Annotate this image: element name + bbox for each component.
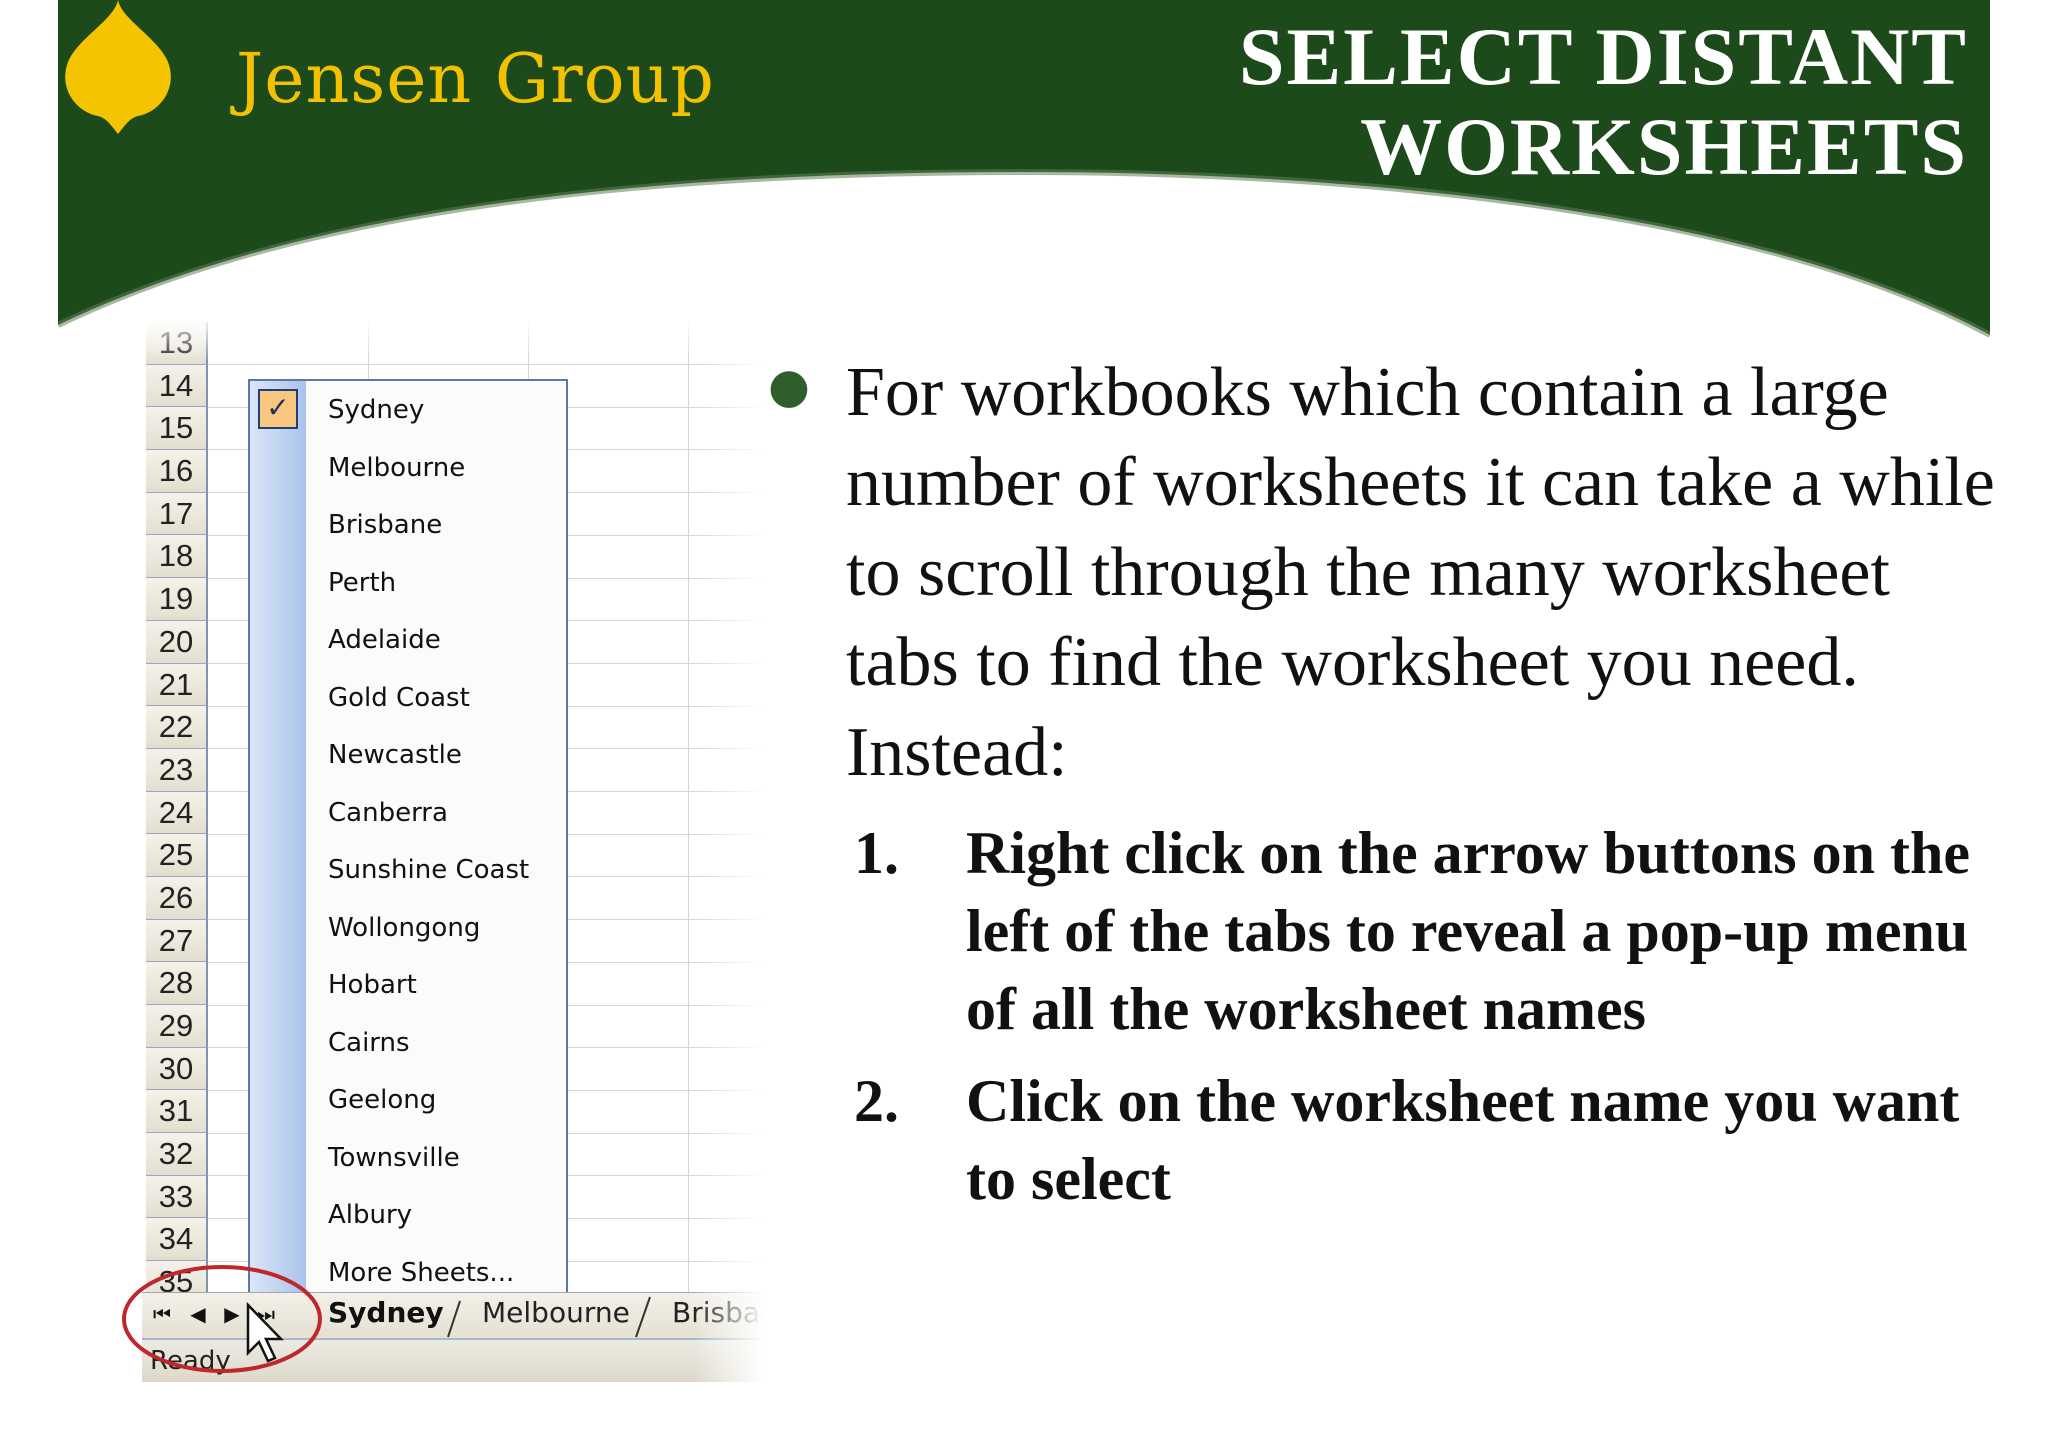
- jensen-logo-icon: [65, 0, 171, 134]
- menu-item[interactable]: Newcastle: [250, 728, 566, 786]
- menu-item-label: Albury: [328, 1200, 413, 1230]
- header-banner: Jensen Group SELECT DISTANT WORKSHEETS: [58, 0, 1990, 340]
- row-header[interactable]: 33: [146, 1175, 208, 1219]
- row-header[interactable]: 31: [146, 1090, 208, 1134]
- menu-item-label: Wollongong: [328, 912, 481, 943]
- menu-item[interactable]: Wollongong: [250, 901, 566, 959]
- step-number: 1.: [854, 820, 899, 886]
- row-header[interactable]: 19: [146, 578, 208, 621]
- spreadsheet-screenshot: 1314151617181920212223242526272829303132…: [142, 322, 764, 1382]
- menu-item[interactable]: Adelaide: [250, 613, 566, 671]
- menu-item-label: Sunshine Coast: [328, 855, 530, 885]
- menu-item[interactable]: Melbourne: [250, 441, 566, 499]
- row-header[interactable]: 29: [146, 1005, 208, 1048]
- grid-column-line: [688, 322, 689, 1292]
- row-header[interactable]: 26: [146, 876, 208, 920]
- step-list: 1. Right click on the arrow buttons on t…: [854, 814, 2004, 1232]
- row-header[interactable]: 21: [146, 663, 208, 707]
- menu-item-label: Gold Coast: [328, 682, 470, 713]
- page-title: SELECT DISTANT WORKSHEETS: [1208, 12, 1968, 192]
- row-header[interactable]: 30: [146, 1047, 208, 1091]
- bullet-dot-icon: ●: [768, 358, 810, 414]
- mouse-cursor-icon: [246, 1301, 284, 1363]
- menu-item[interactable]: Geelong: [250, 1073, 566, 1131]
- grid-row-line: [208, 364, 764, 365]
- row-header[interactable]: 25: [146, 834, 208, 877]
- row-header[interactable]: 16: [146, 450, 208, 493]
- title-line-1: SELECT DISTANT: [1238, 11, 1968, 102]
- menu-item-label: Brisbane: [328, 510, 443, 540]
- menu-item[interactable]: Canberra: [250, 786, 566, 844]
- menu-item[interactable]: Perth: [250, 556, 566, 614]
- menu-item[interactable]: Brisbane: [250, 498, 566, 556]
- menu-item-label: Adelaide: [328, 625, 441, 655]
- highlight-ellipse: [122, 1265, 322, 1373]
- annotation-overlay: [122, 1265, 322, 1373]
- menu-item[interactable]: Cairns: [250, 1016, 566, 1074]
- menu-item-label: Canberra: [328, 797, 448, 828]
- menu-item[interactable]: Sunshine Coast: [250, 843, 566, 901]
- row-header[interactable]: 14: [146, 364, 208, 408]
- row-header[interactable]: 15: [146, 407, 208, 451]
- checkmark-icon: ✓: [258, 389, 298, 429]
- step-item: 1. Right click on the arrow buttons on t…: [854, 814, 2004, 1048]
- row-header[interactable]: 34: [146, 1218, 208, 1262]
- row-header[interactable]: 22: [146, 706, 208, 749]
- menu-item[interactable]: Albury: [250, 1188, 566, 1246]
- menu-item-label: Sydney: [328, 395, 425, 425]
- menu-item-label: Geelong: [328, 1085, 437, 1115]
- step-item: 2. Click on the worksheet name you want …: [854, 1062, 2004, 1218]
- menu-item-label: Melbourne: [328, 452, 466, 483]
- menu-item[interactable]: Hobart: [250, 958, 566, 1016]
- step-text: Click on the worksheet name you want to …: [966, 1068, 1960, 1212]
- row-header[interactable]: 17: [146, 492, 208, 536]
- row-header[interactable]: 32: [146, 1133, 208, 1176]
- row-header[interactable]: 24: [146, 791, 208, 835]
- menu-item-label: More Sheets...: [328, 1257, 515, 1288]
- menu-item[interactable]: Gold Coast: [250, 671, 566, 729]
- menu-item-label: Hobart: [328, 970, 417, 1000]
- step-text: Right click on the arrow buttons on the …: [966, 820, 1970, 1042]
- menu-item-label: Perth: [328, 567, 397, 598]
- row-header[interactable]: 28: [146, 962, 208, 1005]
- brand-name: Jensen Group: [236, 40, 715, 119]
- sheet-list-popup-menu: ✓ Sydney Melbourne Brisbane Perth Adelaide Gol…: [248, 379, 568, 1317]
- step-number: 2.: [854, 1068, 899, 1134]
- row-header[interactable]: 27: [146, 919, 208, 963]
- row-header[interactable]: 23: [146, 748, 208, 792]
- edge-fade: [694, 322, 764, 1382]
- menu-item[interactable]: Townsville: [250, 1131, 566, 1189]
- menu-item-label: Cairns: [328, 1027, 410, 1058]
- title-line-2: WORKSHEETS: [1360, 101, 1968, 192]
- menu-item-label: Newcastle: [328, 740, 462, 770]
- top-fade: [142, 322, 764, 362]
- row-header[interactable]: 20: [146, 620, 208, 664]
- menu-item-label: Townsville: [328, 1142, 460, 1173]
- row-header[interactable]: 18: [146, 535, 208, 579]
- menu-item[interactable]: ✓ Sydney: [250, 383, 566, 441]
- lead-paragraph: For workbooks which contain a large numb…: [846, 354, 1995, 791]
- row-headers: 1314151617181920212223242526272829303132…: [146, 322, 208, 1304]
